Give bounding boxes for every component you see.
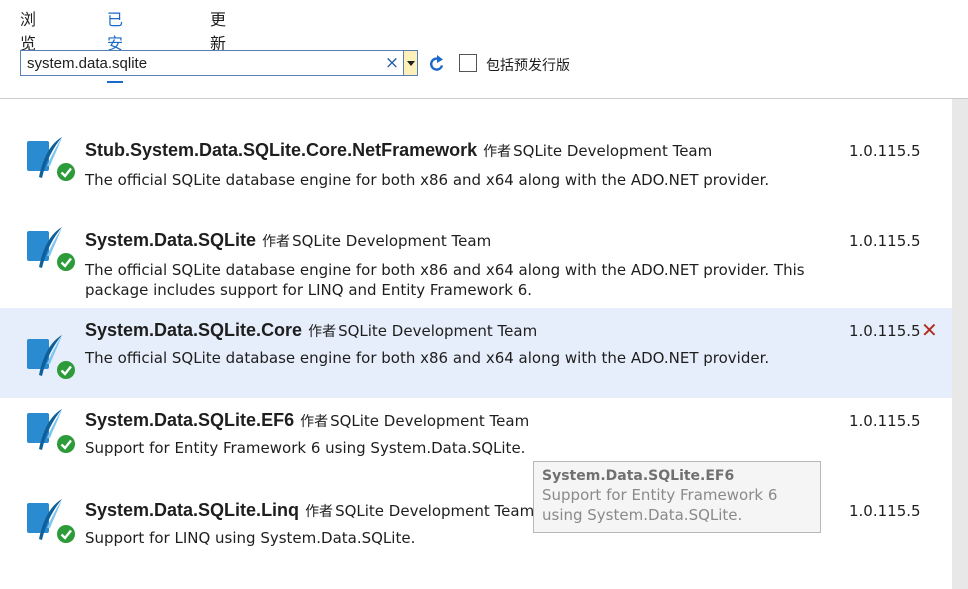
- include-prerelease-label[interactable]: 包括预发行版: [486, 55, 570, 75]
- package-title-line: System.Data.SQLite 作者 SQLite Development T…: [85, 230, 491, 251]
- package-version: 1.0.115.5: [849, 322, 921, 340]
- sqlite-feather-icon: [27, 227, 75, 271]
- divider: [0, 98, 968, 99]
- package-author: SQLite Development Team: [338, 322, 538, 340]
- clear-search-icon[interactable]: ×: [384, 52, 400, 74]
- package-name: Stub.System.Data.SQLite.Core.NetFramewor…: [85, 140, 478, 160]
- package-row[interactable]: System.Data.SQLite 作者 SQLite Development T…: [0, 200, 952, 299]
- sqlite-feather-icon: [27, 335, 75, 379]
- package-author: SQLite Development Team: [513, 142, 713, 160]
- package-tooltip: System.Data.SQLite.EF6 Support for Entit…: [533, 461, 821, 533]
- tab-browse[interactable]: 浏览: [20, 6, 36, 54]
- by-label: 作者: [305, 504, 334, 520]
- package-version: 1.0.115.5: [849, 412, 921, 430]
- package-title-line: Stub.System.Data.SQLite.Core.NetFramewor…: [85, 140, 712, 161]
- scrollbar[interactable]: [952, 99, 968, 589]
- include-prerelease-checkbox[interactable]: [459, 54, 477, 72]
- by-label: 作者: [308, 324, 337, 340]
- sqlite-feather-icon: [27, 137, 75, 181]
- by-label: 作者: [483, 144, 512, 160]
- by-label: 作者: [300, 414, 329, 430]
- search-history-dropdown-button[interactable]: [403, 51, 417, 75]
- by-label: 作者: [262, 234, 291, 250]
- tab-updates[interactable]: 更新: [210, 6, 226, 54]
- package-author: SQLite Development Team: [335, 502, 535, 520]
- package-name: System.Data.SQLite.EF6: [85, 410, 295, 430]
- package-name: System.Data.SQLite: [85, 230, 257, 250]
- tooltip-title: System.Data.SQLite.EF6: [542, 468, 735, 484]
- search-box: ×: [20, 50, 418, 76]
- package-description: The official SQLite database engine for …: [85, 349, 770, 367]
- package-title-line: System.Data.SQLite.EF6 作者 SQLite Developme…: [85, 410, 529, 431]
- refresh-icon[interactable]: [427, 53, 447, 75]
- search-input[interactable]: [27, 53, 377, 73]
- package-description: The official SQLite database engine for …: [85, 261, 805, 299]
- package-description: The official SQLite database engine for …: [85, 171, 770, 189]
- package-description: Support for Entity Framework 6 using Sys…: [85, 439, 526, 457]
- uninstall-icon[interactable]: ✕: [921, 320, 938, 340]
- package-title-line: System.Data.SQLite.Core 作者 SQLite Developm…: [85, 320, 537, 341]
- sqlite-feather-icon: [27, 409, 75, 453]
- tooltip-body: Support for Entity Framework 6 using Sys…: [542, 486, 778, 524]
- package-version: 1.0.115.5: [849, 502, 921, 520]
- package-name: System.Data.SQLite.Linq: [85, 500, 300, 520]
- package-version: 1.0.115.5: [849, 142, 921, 160]
- package-author: SQLite Development Team: [330, 412, 530, 430]
- package-version: 1.0.115.5: [849, 232, 921, 250]
- package-name: System.Data.SQLite.Core: [85, 320, 303, 340]
- package-row-selected[interactable]: System.Data.SQLite.Core 作者 SQLite Developm…: [0, 308, 952, 398]
- package-title-line: System.Data.SQLite.Linq 作者 SQLite Developm…: [85, 500, 534, 521]
- package-row[interactable]: Stub.System.Data.SQLite.Core.NetFramewor…: [0, 110, 952, 200]
- package-author: SQLite Development Team: [292, 232, 492, 250]
- sqlite-feather-icon: [27, 499, 75, 543]
